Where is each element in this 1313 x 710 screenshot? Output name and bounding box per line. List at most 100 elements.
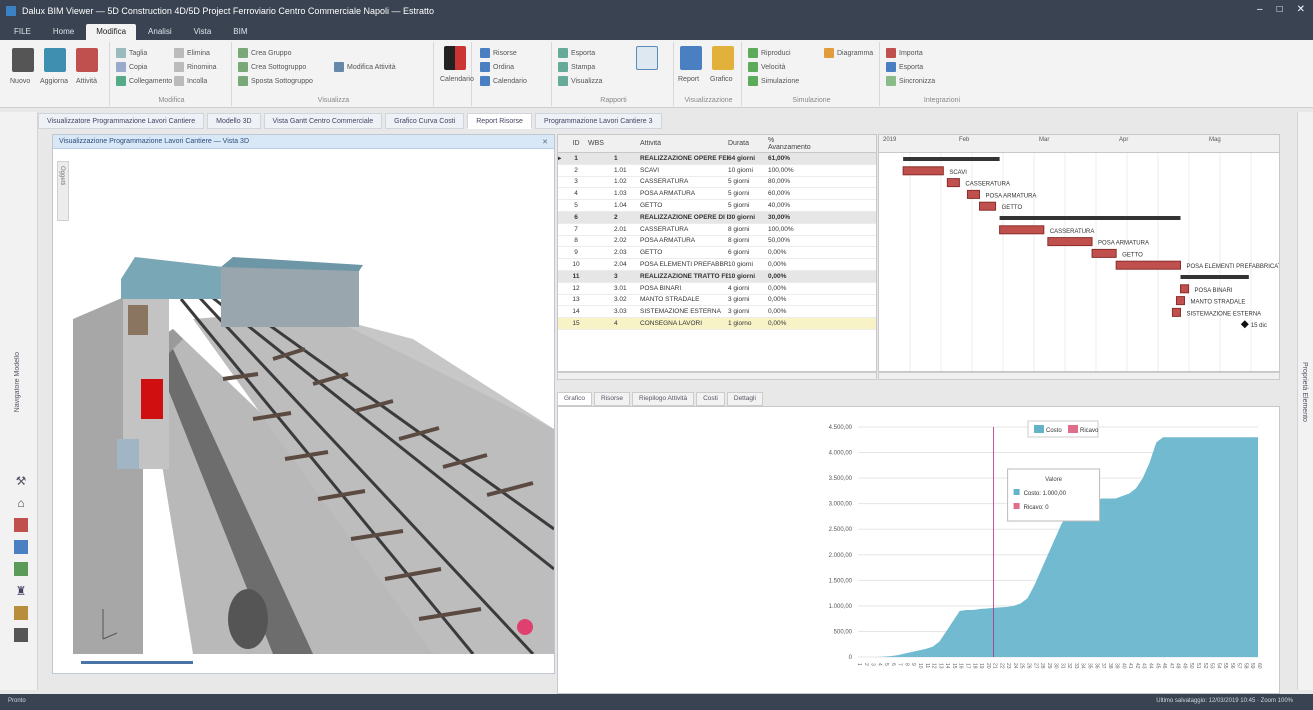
close-button[interactable]: ✕ — [1297, 4, 1305, 15]
chart-icon[interactable] — [712, 46, 734, 70]
timeline-slider[interactable] — [81, 661, 193, 664]
play-button[interactable]: Riproduci — [748, 48, 791, 58]
refresh-icon[interactable] — [44, 48, 66, 72]
table-row[interactable]: 10 2.04 POSA ELEMENTI PREFABBRICATI10 gior… — [558, 259, 876, 271]
gantt-task-bar[interactable] — [1180, 284, 1190, 294]
activity-icon[interactable] — [76, 48, 98, 72]
sort-button[interactable]: Ordina — [480, 62, 514, 72]
bottom-tab-grafico[interactable]: Grafico — [557, 392, 592, 406]
report-button[interactable]: Report — [678, 76, 699, 83]
col-wbs[interactable]: WBS — [586, 140, 614, 147]
rename-button[interactable]: Rinomina — [174, 62, 217, 72]
table-row[interactable]: 5 1.04 GETTO 5 giorni 40,00% — [558, 200, 876, 212]
home-icon[interactable]: ⌂ — [14, 496, 28, 510]
table-row[interactable]: ▸ 1 1 REALIZZAZIONE OPERE FERROVIARIE64 gio… — [558, 153, 876, 165]
table-row[interactable]: 7 2.01 CASSERATURA 8 giorni 100,00% — [558, 224, 876, 236]
edit-activity-button[interactable]: Modifica Attività — [334, 62, 396, 72]
speed-button[interactable]: Velocità — [748, 62, 786, 72]
menu-tab-home[interactable]: Home — [43, 24, 84, 40]
table-row[interactable]: 3 1.02 CASSERATURA 5 giorni 80,00% — [558, 177, 876, 189]
import-button[interactable]: Importa — [886, 48, 923, 58]
bottom-tab-costi[interactable]: Costi — [696, 392, 725, 406]
doc-tab[interactable]: Grafico Curva Costi — [385, 113, 465, 129]
gantt-task-bar[interactable] — [1091, 248, 1117, 258]
delete-button[interactable]: Elimina — [174, 48, 210, 58]
paste-button[interactable]: Collegamento — [116, 76, 172, 86]
new-icon[interactable] — [12, 48, 34, 72]
chart-icon[interactable] — [14, 518, 28, 532]
table-row[interactable]: 8 2.02 POSA ARMATURA 8 giorni 50,00% — [558, 236, 876, 248]
right-sidebar-label[interactable]: Proprietà Elemento — [1301, 362, 1308, 422]
gantt-task-bar[interactable] — [1115, 260, 1181, 270]
print-button[interactable]: Stampa — [558, 62, 595, 72]
simulation-button[interactable]: Simulazione — [748, 76, 799, 86]
calendar-icon[interactable] — [444, 46, 466, 70]
move-subgroup-button[interactable]: Sposta Sottogruppo — [238, 76, 313, 86]
col-activity[interactable]: Attività — [640, 140, 728, 147]
left-sidebar-label[interactable]: Navigatore Modello — [14, 352, 21, 412]
gantt-task-bar[interactable] — [979, 201, 997, 211]
gantt-icon[interactable] — [14, 540, 28, 554]
gantt-task-bar[interactable] — [1171, 307, 1181, 317]
menu-tab-vista[interactable]: Vista — [184, 24, 222, 40]
cost-curve-chart[interactable]: 0 500,00 1.000,00 1.500,00 2.000,00 2.500,00 3… — [558, 407, 1281, 695]
chart-button[interactable]: Grafico — [710, 76, 733, 83]
tower-icon[interactable]: ♜ — [14, 584, 28, 598]
menu-tab-file[interactable]: FILE — [4, 24, 41, 40]
view-report-button[interactable]: Visualizza — [558, 76, 602, 86]
table-row[interactable]: 12 3.01 POSA BINARI 4 giorni 0,00% — [558, 283, 876, 295]
gantt-task-bar[interactable] — [1175, 296, 1186, 306]
report-icon[interactable] — [14, 606, 28, 620]
wrench-icon[interactable]: ⚒ — [14, 474, 28, 488]
new-button[interactable]: Nuovo — [10, 78, 30, 85]
doc-tab[interactable]: Vista Gantt Centro Commerciale — [263, 113, 383, 129]
calendar-settings-button[interactable]: Calendario — [480, 76, 527, 86]
menu-tab-modifica[interactable]: Modifica — [86, 24, 137, 40]
link-button[interactable]: Incolla — [174, 76, 207, 86]
resources-button[interactable]: Risorse — [480, 48, 517, 58]
bottom-tab-dettagli[interactable]: Dettagli — [726, 392, 763, 406]
diagram-icon[interactable] — [636, 46, 658, 70]
gantt-summary-bar[interactable] — [903, 157, 1000, 161]
table-row[interactable]: 4 1.03 POSA ARMATURA 5 giorni 60,00% — [558, 188, 876, 201]
minimize-button[interactable]: – — [1257, 4, 1263, 15]
doc-tab[interactable]: Modello 3D — [207, 113, 261, 129]
col-progress[interactable]: % Avanzamento — [768, 137, 811, 151]
gantt-summary-bar[interactable] — [999, 216, 1181, 220]
gantt-task-bar[interactable] — [946, 178, 960, 188]
gantt-summary-bar[interactable] — [1180, 275, 1249, 279]
close-icon[interactable]: ✕ — [542, 138, 548, 146]
report-icon[interactable] — [680, 46, 702, 70]
col-duration[interactable]: Durata — [728, 140, 768, 147]
export-int-button[interactable]: Esporta — [886, 62, 923, 72]
menu-tab-bim[interactable]: BIM — [223, 24, 257, 40]
table-row[interactable]: 6 2 REALIZZAZIONE OPERE DI BANCHINA30 gior… — [558, 211, 876, 224]
export-button[interactable]: Esporta — [558, 48, 595, 58]
table-row[interactable]: 15 4 CONSEGNA LAVORI 1 giorno 0,00% — [558, 318, 876, 330]
create-subgroup-button[interactable]: Crea Sottogruppo — [238, 62, 306, 72]
grid-icon[interactable] — [14, 562, 28, 576]
cut-button[interactable]: Taglia — [116, 48, 147, 58]
table-row[interactable]: 11 3 REALIZZAZIONE TRATTO FERROVIARIO10 gi… — [558, 270, 876, 283]
copy-button[interactable]: Copia — [116, 62, 147, 72]
objects-side-tab[interactable]: Oggetti — [57, 161, 69, 221]
table-row[interactable]: 14 3.03 SISTEMAZIONE ESTERNA 3 giorni 0,00% — [558, 306, 876, 319]
viewport-3d[interactable] — [73, 149, 554, 654]
bottom-tab-riepilogo[interactable]: Riepilogo Attività — [632, 392, 695, 406]
gantt-task-bar[interactable] — [902, 166, 944, 176]
sync-button[interactable]: Sincronizza — [886, 76, 935, 86]
table-row[interactable]: 13 3.02 MANTO STRADALE 3 giorni 0,00% — [558, 295, 876, 307]
menu-tab-analisi[interactable]: Analisi — [138, 24, 182, 40]
activities-button[interactable]: Attività — [76, 78, 97, 85]
create-group-button[interactable]: Crea Gruppo — [238, 48, 291, 58]
gantt-horizontal-scrollbar[interactable] — [878, 372, 1280, 380]
doc-tab[interactable]: Programmazione Lavori Cantiere 3 — [534, 113, 662, 129]
table-horizontal-scrollbar[interactable] — [557, 372, 877, 380]
doc-tab-active[interactable]: Report Risorse — [467, 113, 532, 129]
calendar-button[interactable]: Calendario — [440, 76, 474, 83]
gantt-task-bar[interactable] — [1047, 237, 1093, 247]
maximize-button[interactable]: □ — [1277, 4, 1283, 15]
col-id[interactable]: ID — [566, 140, 586, 147]
layers-icon[interactable] — [14, 628, 28, 642]
doc-tab[interactable]: Visualizzatore Programmazione Lavori Can… — [38, 113, 205, 129]
